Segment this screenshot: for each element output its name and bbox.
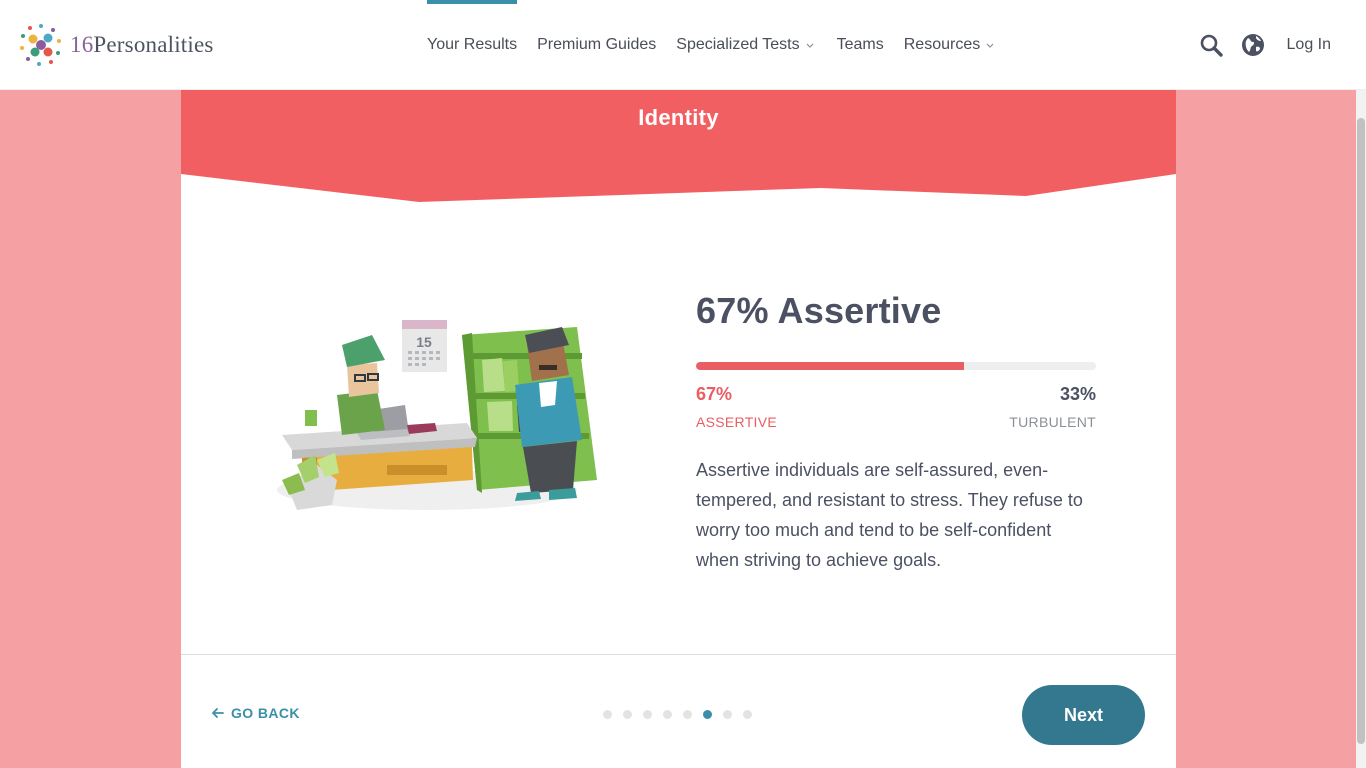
arrow-left-icon: [212, 708, 224, 718]
svg-text:15: 15: [416, 334, 432, 350]
next-label: Next: [1063, 704, 1103, 725]
step-dot[interactable]: [723, 710, 732, 719]
page-scrollbar-thumb[interactable]: [1357, 118, 1365, 744]
step-dot[interactable]: [603, 710, 612, 719]
step-dot[interactable]: [663, 710, 672, 719]
turbulent-label: TURBULENT: [1009, 414, 1096, 430]
nav-teams[interactable]: Teams: [827, 0, 894, 90]
footer-divider: [181, 654, 1176, 655]
assertive-percent: 67%: [696, 384, 733, 404]
step-dot[interactable]: [703, 710, 712, 719]
login-link[interactable]: Log In: [1287, 36, 1331, 54]
result-card: Identity 15 67% Assertive 67% 33% ASSERT…: [181, 90, 1176, 768]
nav-resources[interactable]: Resources: [894, 0, 1007, 90]
trait-description: Assertive individuals are self-assured, …: [696, 460, 1083, 570]
trait-progress-fill: [696, 362, 964, 370]
top-navigation-bar: 16Personalities Your Results Premium Gui…: [0, 0, 1366, 90]
step-dot[interactable]: [743, 710, 752, 719]
step-dot[interactable]: [643, 710, 652, 719]
result-title: 67% Assertive: [696, 290, 942, 331]
step-dots: [603, 710, 752, 719]
assertive-label: ASSERTIVE: [696, 414, 778, 430]
step-dot[interactable]: [683, 710, 692, 719]
search-icon[interactable]: [1199, 33, 1223, 57]
label-row: ASSERTIVE TURBULENT: [696, 414, 1096, 430]
logo-mark-icon: [20, 24, 61, 66]
percent-row: 67% 33%: [696, 384, 1096, 405]
nav-your-results[interactable]: Your Results: [417, 0, 527, 90]
section-title: Identity: [638, 105, 719, 130]
trait-progress-bar: [696, 362, 1096, 370]
chevron-down-icon: [986, 43, 994, 48]
site-logo[interactable]: 16Personalities: [18, 22, 214, 68]
next-button[interactable]: Next: [1022, 685, 1145, 745]
result-summary: 67% Assertive 67% 33% ASSERTIVE TURBULEN…: [696, 290, 1096, 575]
globe-icon[interactable]: [1241, 33, 1265, 57]
go-back-button[interactable]: GO BACK: [211, 705, 300, 721]
nav-specialized-tests[interactable]: Specialized Tests: [666, 0, 826, 90]
header-tools: Log In: [1199, 0, 1331, 90]
main-nav: Your Results Premium Guides Specialized …: [417, 0, 1007, 90]
go-back-label: GO BACK: [231, 705, 300, 721]
chevron-down-icon: [806, 43, 814, 48]
step-dot[interactable]: [623, 710, 632, 719]
turbulent-percent: 33%: [1059, 384, 1096, 404]
office-illustration: 15: [277, 320, 597, 510]
nav-premium-guides[interactable]: Premium Guides: [527, 0, 666, 90]
logo-text: 16Personalities: [70, 32, 214, 57]
